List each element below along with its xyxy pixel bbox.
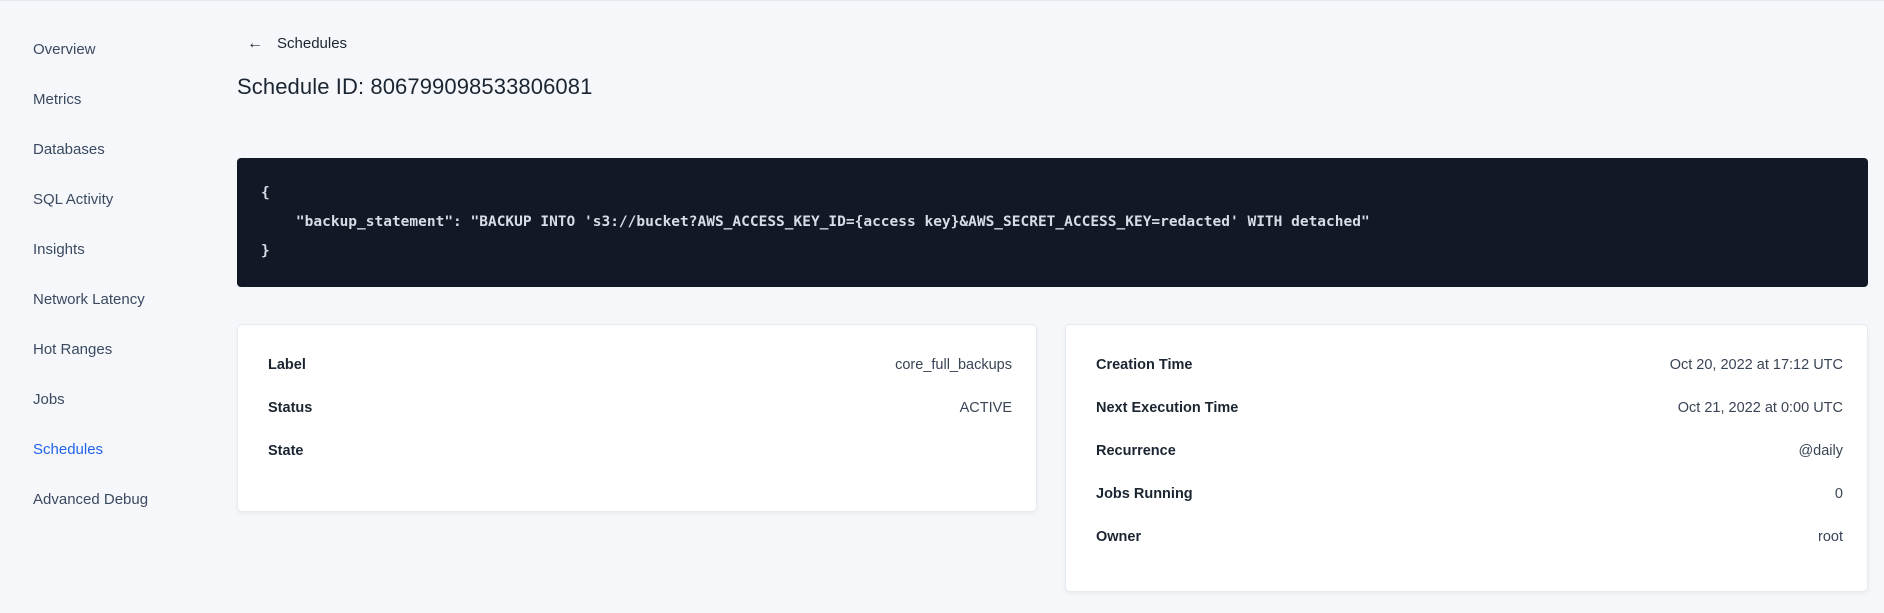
sidebar-item-advanced-debug[interactable]: Advanced Debug xyxy=(0,474,237,524)
page-title: Schedule ID: 806799098533806081 xyxy=(237,73,593,99)
summary-cards-row: Label core_full_backups Status ACTIVE St… xyxy=(237,323,1868,592)
recurrence-key: Recurrence xyxy=(1096,442,1176,459)
next-execution-time-key: Next Execution Time xyxy=(1096,399,1239,416)
schedule-details-page: Overview Metrics Databases SQL Activity … xyxy=(0,0,1884,613)
table-row: Owner root xyxy=(1096,527,1843,547)
sidebar-item-databases[interactable]: Databases xyxy=(0,124,237,174)
recurrence-value: @daily xyxy=(1798,442,1843,459)
table-row: Next Execution Time Oct 21, 2022 at 0:00… xyxy=(1096,398,1843,418)
owner-key: Owner xyxy=(1096,528,1142,545)
owner-value: root xyxy=(1818,528,1843,545)
main-content: ← Schedules Schedule ID: 806799098533806… xyxy=(237,1,1884,613)
sidebar-item-jobs[interactable]: Jobs xyxy=(0,374,237,424)
backup-statement-code-block: { "backup_statement": "BACKUP INTO 's3:/… xyxy=(237,157,1868,287)
next-execution-time-value: Oct 21, 2022 at 0:00 UTC xyxy=(1677,399,1843,416)
schedule-timing-card: Creation Time Oct 20, 2022 at 17:12 UTC … xyxy=(1065,323,1868,592)
sidebar-item-hot-ranges[interactable]: Hot Ranges xyxy=(0,324,237,374)
jobs-running-value: 0 xyxy=(1834,485,1843,502)
table-row: Creation Time Oct 20, 2022 at 17:12 UTC xyxy=(1096,355,1843,375)
state-key: State xyxy=(268,442,304,459)
sidebar-item-metrics[interactable]: Metrics xyxy=(0,74,237,124)
arrow-left-icon: ← xyxy=(247,34,263,52)
code-line-open: { xyxy=(261,184,270,201)
status-key: Status xyxy=(268,399,313,416)
jobs-running-key: Jobs Running xyxy=(1096,485,1193,502)
back-link-label: Schedules xyxy=(277,35,348,52)
table-row: Recurrence @daily xyxy=(1096,441,1843,461)
schedule-summary-card: Label core_full_backups Status ACTIVE St… xyxy=(237,323,1037,512)
label-value: core_full_backups xyxy=(895,356,1012,373)
back-to-schedules-link[interactable]: ← Schedules xyxy=(237,35,347,52)
creation-time-key: Creation Time xyxy=(1096,356,1193,373)
sidebar-item-insights[interactable]: Insights xyxy=(0,224,237,274)
creation-time-value: Oct 20, 2022 at 17:12 UTC xyxy=(1669,356,1843,373)
sidebar-item-schedules[interactable]: Schedules xyxy=(0,424,237,474)
table-row: Jobs Running 0 xyxy=(1096,484,1843,504)
sidebar-item-sql-activity[interactable]: SQL Activity xyxy=(0,174,237,224)
sidebar: Overview Metrics Databases SQL Activity … xyxy=(0,1,237,613)
table-row: State xyxy=(268,441,1012,461)
label-key: Label xyxy=(268,356,306,373)
code-line-statement: "backup_statement": "BACKUP INTO 's3://b… xyxy=(261,213,1370,230)
table-row: Status ACTIVE xyxy=(268,398,1012,418)
code-line-close: } xyxy=(261,242,270,259)
sidebar-item-overview[interactable]: Overview xyxy=(0,24,237,74)
status-value: ACTIVE xyxy=(959,399,1012,416)
sidebar-item-network-latency[interactable]: Network Latency xyxy=(0,274,237,324)
table-row: Label core_full_backups xyxy=(268,355,1012,375)
